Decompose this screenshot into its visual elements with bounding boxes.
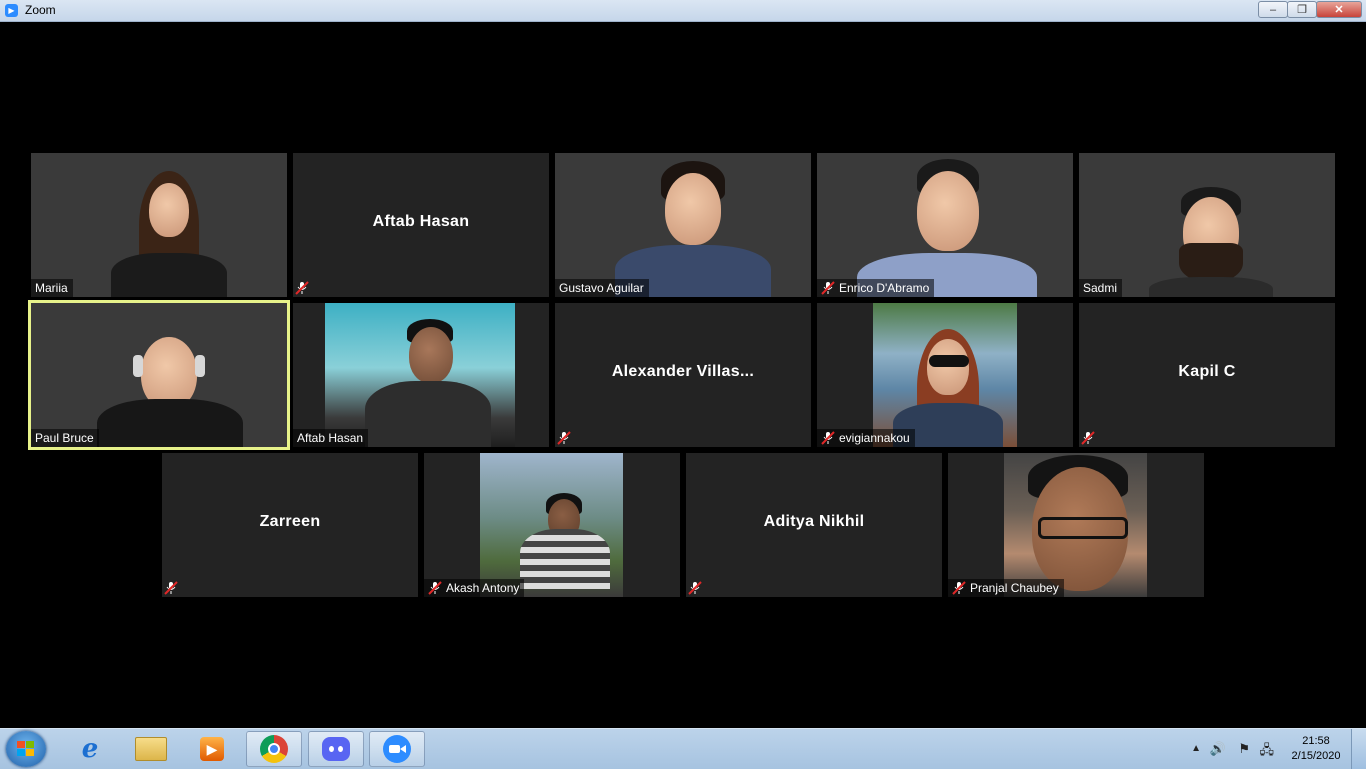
internet-explorer-icon: e bbox=[81, 734, 99, 764]
participant-label bbox=[555, 429, 580, 447]
media-player-icon: ▶ bbox=[200, 737, 224, 761]
participant-name-center: Aftab Hasan bbox=[372, 213, 470, 230]
restore-button[interactable]: ❐ bbox=[1287, 1, 1317, 18]
clock-date: 2/15/2020 bbox=[1291, 750, 1341, 762]
taskbar-zoom[interactable] bbox=[369, 731, 425, 767]
participant-name: Aftab Hasan bbox=[297, 431, 364, 445]
participant-tile-pranjal-chaubey[interactable]: Pranjal Chaubey bbox=[948, 453, 1204, 597]
taskbar-file-explorer[interactable] bbox=[123, 731, 179, 767]
clock-time: 21:58 bbox=[1302, 735, 1330, 747]
mic-muted-icon bbox=[295, 281, 309, 295]
participant-label: Enrico D'Abramo bbox=[817, 279, 935, 297]
participant-label: Paul Bruce bbox=[31, 429, 99, 447]
participant-tile-alexander-villas[interactable]: Alexander Villas... bbox=[555, 303, 811, 447]
chrome-icon bbox=[260, 735, 288, 763]
chevron-up-icon[interactable]: ▲ bbox=[1191, 743, 1201, 754]
participant-label: evigiannakou bbox=[817, 429, 915, 447]
participant-tile-aditya-nikhil[interactable]: Aditya Nikhil bbox=[686, 453, 942, 597]
mic-muted-icon bbox=[557, 431, 571, 445]
participant-tile-zarreen[interactable]: Zarreen bbox=[162, 453, 418, 597]
participant-name: Gustavo Aguilar bbox=[559, 281, 644, 295]
window-title: Zoom bbox=[25, 3, 56, 17]
participant-label: Sadmi bbox=[1079, 279, 1123, 297]
participant-label bbox=[162, 579, 187, 597]
network-icon[interactable]: 🖧 bbox=[1260, 741, 1275, 763]
taskbar-discord[interactable] bbox=[308, 731, 364, 767]
participant-label: Mariia bbox=[31, 279, 73, 297]
participant-tile-mariia[interactable]: Mariia bbox=[31, 153, 287, 297]
taskbar-internet-explorer[interactable]: e bbox=[62, 731, 118, 767]
volume-icon[interactable]: 🔊 bbox=[1210, 741, 1226, 757]
folder-icon bbox=[135, 737, 167, 761]
participant-tile-enrico-dabramo[interactable]: Enrico D'Abramo bbox=[817, 153, 1073, 297]
mic-muted-icon bbox=[688, 581, 702, 595]
window-titlebar: ▶ Zoom – ❐ ✕ bbox=[0, 0, 1366, 22]
participant-label: Akash Antony bbox=[424, 579, 525, 597]
participant-name: Pranjal Chaubey bbox=[970, 581, 1059, 595]
show-desktop-button[interactable] bbox=[1351, 729, 1366, 769]
taskbar-clock[interactable]: 21:58 2/15/2020 bbox=[1286, 734, 1346, 764]
participant-label bbox=[293, 279, 318, 297]
flag-icon[interactable]: ⚑ bbox=[1238, 741, 1250, 757]
participant-tile-aftab-hasan-video[interactable]: Aftab Hasan bbox=[293, 303, 549, 447]
participant-label: Gustavo Aguilar bbox=[555, 279, 649, 297]
minimize-button[interactable]: – bbox=[1258, 1, 1288, 18]
windows-logo-icon bbox=[17, 741, 35, 757]
participant-name: Enrico D'Abramo bbox=[839, 281, 930, 295]
participant-name: Akash Antony bbox=[446, 581, 520, 595]
mic-muted-icon bbox=[952, 581, 966, 595]
participant-tile-akash-antony[interactable]: Akash Antony bbox=[424, 453, 680, 597]
window-controls: – ❐ ✕ bbox=[1258, 1, 1362, 19]
taskbar-chrome[interactable] bbox=[246, 731, 302, 767]
mic-muted-icon bbox=[821, 281, 835, 295]
participant-tile-evigiannakou[interactable]: evigiannakou bbox=[817, 303, 1073, 447]
zoom-app-icon: ▶ bbox=[5, 4, 18, 17]
mic-muted-icon bbox=[164, 581, 178, 595]
participant-tile-kapil-c[interactable]: Kapil C bbox=[1079, 303, 1335, 447]
participant-name: evigiannakou bbox=[839, 431, 910, 445]
mic-muted-icon bbox=[428, 581, 442, 595]
participant-tile-aftab-hasan[interactable]: Aftab Hasan bbox=[293, 153, 549, 297]
participant-name-center: Alexander Villas... bbox=[611, 363, 755, 380]
participant-tile-paul-bruce[interactable]: Paul Bruce bbox=[28, 300, 290, 450]
participant-label: Aftab Hasan bbox=[293, 429, 369, 447]
start-button[interactable] bbox=[6, 731, 46, 767]
participant-name: Paul Bruce bbox=[35, 431, 94, 445]
discord-icon bbox=[322, 737, 350, 761]
participant-label bbox=[686, 579, 711, 597]
participant-tile-sadmi[interactable]: Sadmi bbox=[1079, 153, 1335, 297]
participant-name: Mariia bbox=[35, 281, 68, 295]
participant-name-center: Zarreen bbox=[259, 513, 321, 530]
participant-label: Pranjal Chaubey bbox=[948, 579, 1064, 597]
participant-name: Sadmi bbox=[1083, 281, 1118, 295]
taskbar: e ▶ ▲ 🔊 ⚑ 🖧 21:58 2/15/2020 bbox=[0, 728, 1366, 769]
participant-name-center: Aditya Nikhil bbox=[763, 513, 865, 530]
participant-tile-gustavo-aguilar[interactable]: Gustavo Aguilar bbox=[555, 153, 811, 297]
zoom-camera-icon bbox=[383, 735, 411, 763]
taskbar-media-player[interactable]: ▶ bbox=[184, 731, 240, 767]
mic-muted-icon bbox=[1081, 431, 1095, 445]
mic-muted-icon bbox=[821, 431, 835, 445]
participant-label bbox=[1079, 429, 1104, 447]
close-button[interactable]: ✕ bbox=[1316, 1, 1362, 18]
participant-name-center: Kapil C bbox=[1178, 363, 1236, 380]
